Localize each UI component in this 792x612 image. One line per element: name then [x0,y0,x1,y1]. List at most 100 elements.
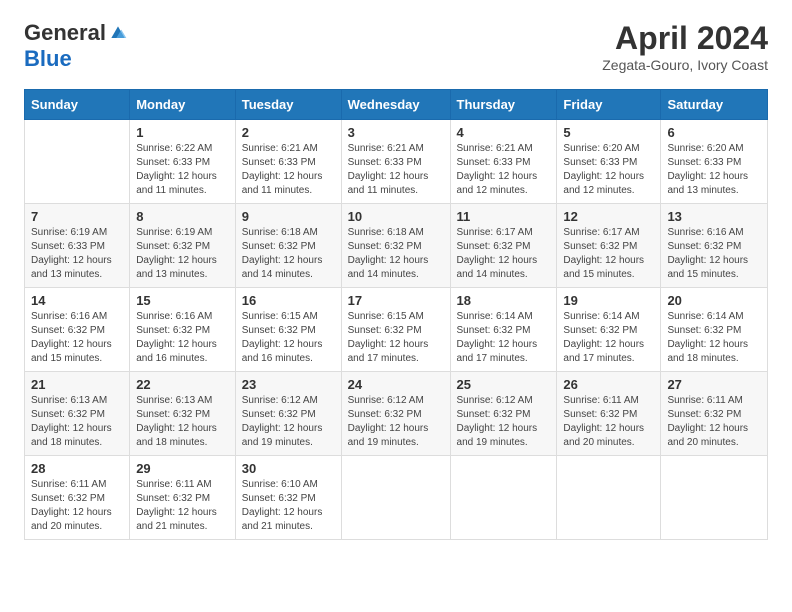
day-info: Sunrise: 6:21 AM Sunset: 6:33 PM Dayligh… [457,142,551,198]
calendar-cell [557,456,661,540]
calendar-cell: 6 Sunrise: 6:20 AM Sunset: 6:33 PM Daylig… [661,120,768,204]
calendar-cell [25,120,130,204]
day-number: 22 [136,377,229,392]
calendar-week-row: 14Sunrise: 6:16 AM Sunset: 6:32 PM Dayli… [25,288,768,372]
day-number: 1 [136,125,229,140]
day-number: 24 [348,377,444,392]
logo-blue-text: Blue [24,46,72,72]
day-info: Sunrise: 6:19 AM Sunset: 6:33 PM Dayligh… [31,226,123,282]
day-info: Sunrise: 6:16 AM Sunset: 6:32 PM Dayligh… [667,226,761,282]
calendar-cell: 4 Sunrise: 6:21 AM Sunset: 6:33 PM Daylig… [450,120,557,204]
day-number: 20 [667,293,761,308]
day-info: Sunrise: 6:11 AM Sunset: 6:32 PM Dayligh… [31,478,123,534]
day-number: 26 [563,377,654,392]
day-info: Sunrise: 6:10 AM Sunset: 6:32 PM Dayligh… [242,478,335,534]
day-number: 19 [563,293,654,308]
page-header: General Blue April 2024 Zegata-Gouro, Iv… [24,20,768,73]
calendar-cell [341,456,450,540]
calendar-cell [661,456,768,540]
day-info: Sunrise: 6:12 AM Sunset: 6:32 PM Dayligh… [242,394,335,450]
day-info: Sunrise: 6:13 AM Sunset: 6:32 PM Dayligh… [31,394,123,450]
day-info: Sunrise: 6:14 AM Sunset: 6:32 PM Dayligh… [667,310,761,366]
calendar-cell: 16 Sunrise: 6:15 AM Sunset: 6:32 PM Dayli… [235,288,341,372]
day-number: 23 [242,377,335,392]
day-info: Sunrise: 6:20 AM Sunset: 6:33 PM Dayligh… [667,142,761,198]
day-number: 10 [348,209,444,224]
weekday-header-sunday: Sunday [25,90,130,120]
calendar-cell: 10 Sunrise: 6:18 AM Sunset: 6:32 PM Dayli… [341,204,450,288]
calendar-cell: 11 Sunrise: 6:17 AM Sunset: 6:32 PM Dayli… [450,204,557,288]
calendar-cell: 20 Sunrise: 6:14 AM Sunset: 6:32 PM Dayli… [661,288,768,372]
day-info: Sunrise: 6:21 AM Sunset: 6:33 PM Dayligh… [242,142,335,198]
calendar-cell: 25 Sunrise: 6:12 AM Sunset: 6:32 PM Dayli… [450,372,557,456]
calendar-cell: 18Sunrise: 6:14 AM Sunset: 6:32 PM Dayli… [450,288,557,372]
day-number: 12 [563,209,654,224]
weekday-header-thursday: Thursday [450,90,557,120]
calendar-week-row: 28 Sunrise: 6:11 AM Sunset: 6:32 PM Dayli… [25,456,768,540]
calendar-cell: 22 Sunrise: 6:13 AM Sunset: 6:32 PM Dayli… [130,372,236,456]
day-number: 9 [242,209,335,224]
calendar-cell: 9Sunrise: 6:18 AM Sunset: 6:32 PM Daylig… [235,204,341,288]
day-info: Sunrise: 6:16 AM Sunset: 6:32 PM Dayligh… [31,310,123,366]
calendar-cell: 29 Sunrise: 6:11 AM Sunset: 6:32 PM Dayli… [130,456,236,540]
calendar-week-row: 21Sunrise: 6:13 AM Sunset: 6:32 PM Dayli… [25,372,768,456]
calendar-cell: 24 Sunrise: 6:12 AM Sunset: 6:32 PM Dayli… [341,372,450,456]
calendar-cell: 26 Sunrise: 6:11 AM Sunset: 6:32 PM Dayli… [557,372,661,456]
day-number: 30 [242,461,335,476]
calendar-cell: 1 Sunrise: 6:22 AM Sunset: 6:33 PM Daylig… [130,120,236,204]
day-info: Sunrise: 6:15 AM Sunset: 6:32 PM Dayligh… [242,310,335,366]
calendar-cell: 7 Sunrise: 6:19 AM Sunset: 6:33 PM Daylig… [25,204,130,288]
day-number: 15 [136,293,229,308]
day-info: Sunrise: 6:14 AM Sunset: 6:32 PM Dayligh… [563,310,654,366]
weekday-header-wednesday: Wednesday [341,90,450,120]
calendar-cell: 3 Sunrise: 6:21 AM Sunset: 6:33 PM Daylig… [341,120,450,204]
calendar-cell: 30 Sunrise: 6:10 AM Sunset: 6:32 PM Dayli… [235,456,341,540]
calendar-cell: 13 Sunrise: 6:16 AM Sunset: 6:32 PM Dayli… [661,204,768,288]
title-area: April 2024 Zegata-Gouro, Ivory Coast [602,20,768,73]
calendar-cell: 19 Sunrise: 6:14 AM Sunset: 6:32 PM Dayli… [557,288,661,372]
day-number: 7 [31,209,123,224]
day-info: Sunrise: 6:21 AM Sunset: 6:33 PM Dayligh… [348,142,444,198]
calendar-cell: 8Sunrise: 6:19 AM Sunset: 6:32 PM Daylig… [130,204,236,288]
day-info: Sunrise: 6:12 AM Sunset: 6:32 PM Dayligh… [348,394,444,450]
calendar-cell: 15 Sunrise: 6:16 AM Sunset: 6:32 PM Dayli… [130,288,236,372]
logo: General Blue [24,20,128,72]
day-number: 4 [457,125,551,140]
day-number: 28 [31,461,123,476]
day-number: 2 [242,125,335,140]
day-info: Sunrise: 6:20 AM Sunset: 6:33 PM Dayligh… [563,142,654,198]
day-info: Sunrise: 6:17 AM Sunset: 6:32 PM Dayligh… [457,226,551,282]
day-number: 29 [136,461,229,476]
calendar-cell: 17Sunrise: 6:15 AM Sunset: 6:32 PM Dayli… [341,288,450,372]
day-info: Sunrise: 6:13 AM Sunset: 6:32 PM Dayligh… [136,394,229,450]
day-number: 16 [242,293,335,308]
calendar-cell: 27 Sunrise: 6:11 AM Sunset: 6:32 PM Dayli… [661,372,768,456]
day-number: 11 [457,209,551,224]
location-text: Zegata-Gouro, Ivory Coast [602,57,768,73]
day-number: 6 [667,125,761,140]
day-number: 3 [348,125,444,140]
calendar-cell: 21Sunrise: 6:13 AM Sunset: 6:32 PM Dayli… [25,372,130,456]
calendar-cell: 14Sunrise: 6:16 AM Sunset: 6:32 PM Dayli… [25,288,130,372]
day-info: Sunrise: 6:17 AM Sunset: 6:32 PM Dayligh… [563,226,654,282]
calendar-cell: 12 Sunrise: 6:17 AM Sunset: 6:32 PM Dayli… [557,204,661,288]
day-number: 13 [667,209,761,224]
calendar-week-row: 1 Sunrise: 6:22 AM Sunset: 6:33 PM Daylig… [25,120,768,204]
weekday-header-monday: Monday [130,90,236,120]
day-info: Sunrise: 6:12 AM Sunset: 6:32 PM Dayligh… [457,394,551,450]
day-info: Sunrise: 6:11 AM Sunset: 6:32 PM Dayligh… [563,394,654,450]
day-number: 25 [457,377,551,392]
day-info: Sunrise: 6:11 AM Sunset: 6:32 PM Dayligh… [667,394,761,450]
day-number: 17 [348,293,444,308]
weekday-header-row: SundayMondayTuesdayWednesdayThursdayFrid… [25,90,768,120]
weekday-header-saturday: Saturday [661,90,768,120]
logo-general-text: General [24,20,106,46]
day-info: Sunrise: 6:22 AM Sunset: 6:33 PM Dayligh… [136,142,229,198]
day-info: Sunrise: 6:11 AM Sunset: 6:32 PM Dayligh… [136,478,229,534]
day-info: Sunrise: 6:18 AM Sunset: 6:32 PM Dayligh… [348,226,444,282]
calendar-cell: 28 Sunrise: 6:11 AM Sunset: 6:32 PM Dayli… [25,456,130,540]
day-info: Sunrise: 6:16 AM Sunset: 6:32 PM Dayligh… [136,310,229,366]
calendar-cell: 23 Sunrise: 6:12 AM Sunset: 6:32 PM Dayli… [235,372,341,456]
day-number: 27 [667,377,761,392]
day-number: 5 [563,125,654,140]
